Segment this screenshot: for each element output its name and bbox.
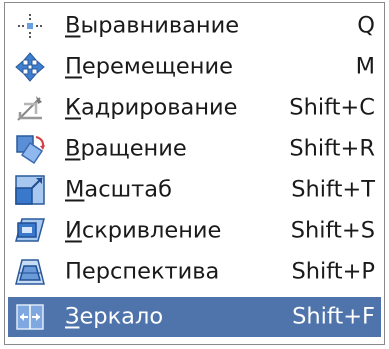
menu-item-crop[interactable]: Кадрирование Shift+C bbox=[8, 88, 381, 128]
align-icon bbox=[14, 10, 46, 42]
menu-item-label: Перспектива bbox=[65, 258, 220, 285]
menu-item-move[interactable]: Перемещение M bbox=[8, 47, 381, 87]
menu-item-flip[interactable]: Зеркало Shift+F bbox=[8, 297, 381, 337]
menu-item-shortcut: M bbox=[355, 53, 375, 80]
menu-item-perspective[interactable]: Перспектива Shift+P bbox=[8, 252, 381, 292]
transform-tools-menu: Выравнивание Q Перемещение M Кадрировани… bbox=[4, 2, 385, 345]
menu-item-shortcut: Shift+C bbox=[289, 94, 375, 121]
menu-item-scale[interactable]: Масштаб Shift+T bbox=[8, 170, 381, 210]
menu-item-shortcut: Q bbox=[357, 12, 375, 39]
menu-item-label: Кадрирование bbox=[65, 94, 238, 121]
shear-icon bbox=[14, 215, 46, 247]
perspective-icon bbox=[14, 256, 46, 288]
menu-item-shortcut: Shift+R bbox=[289, 135, 375, 162]
menu-item-label: Искривление bbox=[65, 217, 222, 244]
move-icon bbox=[14, 51, 46, 83]
menu-item-label: Зеркало bbox=[65, 303, 164, 330]
menu-item-label: Перемещение bbox=[65, 53, 233, 80]
menu-item-shear[interactable]: Искривление Shift+S bbox=[8, 211, 381, 251]
menu-item-label: Выравнивание bbox=[65, 12, 240, 39]
menu-item-rotate[interactable]: Вращение Shift+R bbox=[8, 129, 381, 169]
scale-icon bbox=[14, 174, 46, 206]
menu-item-shortcut: Shift+T bbox=[291, 176, 375, 203]
menu-item-shortcut: Shift+P bbox=[291, 258, 375, 285]
crop-icon bbox=[14, 92, 46, 124]
menu-item-label: Вращение bbox=[65, 135, 187, 162]
menu-item-shortcut: Shift+F bbox=[292, 303, 375, 330]
flip-icon bbox=[14, 301, 46, 333]
rotate-icon bbox=[14, 133, 46, 165]
menu-item-label: Масштаб bbox=[65, 176, 172, 203]
menu-item-align[interactable]: Выравнивание Q bbox=[8, 6, 381, 46]
menu-item-shortcut: Shift+S bbox=[290, 217, 375, 244]
